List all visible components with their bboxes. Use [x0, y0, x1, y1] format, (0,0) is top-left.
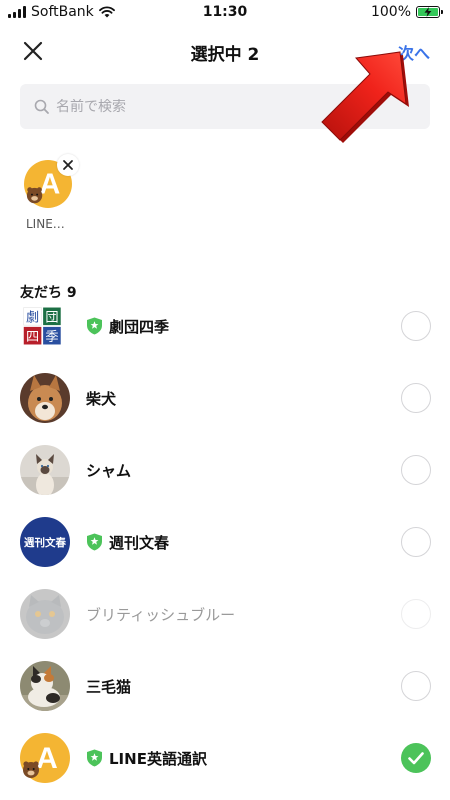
line-english-avatar: A	[20, 733, 70, 783]
checkmark-icon	[408, 752, 424, 765]
status-right: 100%	[370, 4, 443, 20]
search-icon	[34, 99, 49, 114]
select-radio[interactable]	[401, 599, 431, 629]
friend-name: 劇団四季	[109, 317, 170, 336]
verified-shield-icon	[87, 317, 102, 335]
verified-shield-icon	[87, 533, 102, 551]
friend-name: シャム	[86, 461, 132, 480]
svg-text:団: 団	[45, 311, 58, 326]
shiba-photo-avatar	[20, 373, 70, 423]
friend-row-shiba[interactable]: 柴犬	[0, 363, 450, 433]
friend-row-bunshun[interactable]: 週刊文春 週刊文春	[0, 507, 450, 577]
svg-text:四: 四	[26, 330, 39, 345]
charging-bolt-icon	[424, 7, 432, 17]
calico-cat-photo-avatar	[20, 661, 70, 711]
search-bar[interactable]	[20, 84, 430, 129]
selected-chip-label: LINE…	[26, 217, 65, 231]
friend-name-row: LINE英語通訳	[86, 723, 207, 793]
friend-row-shiki[interactable]: 劇 団 四 季 劇団四季	[0, 291, 450, 361]
next-button[interactable]: 次へ	[398, 40, 430, 64]
shiki-logo-avatar: 劇 団 四 季	[23, 307, 61, 345]
friend-name-row: シャム	[86, 435, 131, 505]
remove-selected-button[interactable]	[57, 154, 79, 176]
friend-name: 三毛猫	[86, 677, 132, 696]
british-blue-photo-avatar	[20, 589, 70, 639]
bear-icon	[23, 761, 39, 778]
svg-text:劇: 劇	[26, 310, 39, 326]
selected-friend-chip[interactable]: A LINE…	[20, 154, 80, 238]
select-radio[interactable]	[401, 527, 431, 557]
battery-percent: 100%	[370, 4, 411, 20]
friend-name-row: 週刊文春	[86, 507, 169, 577]
friend-name-row: 柴犬	[86, 363, 116, 433]
svg-text:A: A	[36, 742, 58, 775]
svg-text:週刊文春: 週刊文春	[24, 536, 66, 549]
search-input[interactable]	[56, 98, 386, 115]
friend-name-row: 劇団四季	[86, 291, 169, 361]
select-radio-checked[interactable]	[401, 743, 431, 773]
friend-row-line-english[interactable]: A LINE英語通訳	[0, 723, 450, 793]
select-radio[interactable]	[401, 311, 431, 341]
battery-icon	[416, 6, 443, 18]
friend-name-row: 三毛猫	[86, 651, 131, 721]
friend-row-siamese[interactable]: シャム	[0, 435, 450, 505]
page-title: 選択中 2	[190, 45, 260, 65]
bear-icon	[26, 187, 43, 204]
status-bar: SoftBank 11:30 100%	[0, 0, 450, 26]
svg-text:季: 季	[45, 329, 58, 345]
verified-shield-icon	[87, 749, 102, 767]
header: 選択中 2 次へ	[0, 26, 450, 76]
select-radio[interactable]	[401, 455, 431, 485]
friend-name-row: ブリティッシュブルー	[86, 579, 235, 649]
siamese-cat-photo-avatar	[20, 445, 70, 495]
friend-name: LINE英語通訳	[109, 749, 207, 768]
bunshun-logo-avatar: 週刊文春	[20, 517, 70, 567]
friend-name: 柴犬	[86, 389, 117, 408]
select-radio[interactable]	[401, 383, 431, 413]
friend-row-calico[interactable]: 三毛猫	[0, 651, 450, 721]
select-radio[interactable]	[401, 671, 431, 701]
close-icon	[63, 160, 73, 170]
friend-row-british-blue[interactable]: ブリティッシュブルー	[0, 579, 450, 649]
friend-name: ブリティッシュブルー	[86, 605, 236, 624]
friend-name: 週刊文春	[109, 533, 170, 552]
avatar-letter: A	[40, 169, 61, 201]
